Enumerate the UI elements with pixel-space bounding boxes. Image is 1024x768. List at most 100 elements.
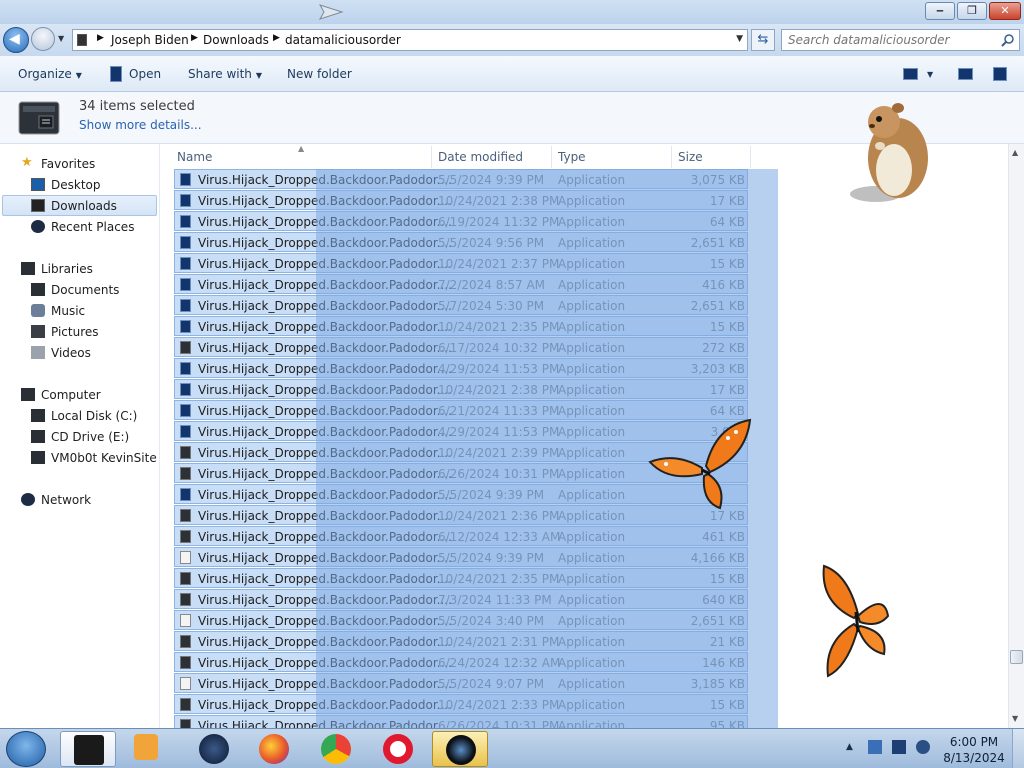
nav-local-disk-label: Local Disk (C:)	[51, 409, 138, 423]
nav-computer-label: Computer	[41, 388, 101, 402]
help-icon[interactable]	[993, 67, 1007, 81]
address-dropdown-icon[interactable]: ▼	[736, 34, 743, 44]
show-more-details-link[interactable]: Show more details...	[79, 118, 202, 132]
close-button[interactable]: ✕	[989, 2, 1021, 20]
column-name[interactable]: Name	[177, 150, 212, 164]
executable-icon	[180, 635, 191, 648]
minimize-button[interactable]: ‒	[925, 2, 955, 20]
column-size[interactable]: Size	[678, 150, 703, 164]
action-center-icon[interactable]	[892, 740, 906, 754]
scroll-up-icon[interactable]: ▲	[1012, 148, 1018, 157]
desktop-icon	[31, 178, 45, 191]
back-button[interactable]: ◀	[3, 27, 29, 53]
show-hidden-icons-icon[interactable]: ▲	[846, 742, 853, 752]
sort-ascending-icon: ▲	[298, 144, 305, 153]
network-drive-icon	[31, 451, 45, 464]
title-bar: ‒ ❐ ✕	[0, 0, 1024, 24]
forward-button[interactable]	[31, 27, 55, 51]
minimize-icon: ‒	[936, 4, 944, 17]
tray-app-icon[interactable]	[868, 740, 882, 754]
executable-icon	[180, 467, 191, 480]
breadcrumb-separator-icon: ▶	[97, 33, 104, 43]
pictures-icon	[31, 325, 45, 338]
application-icon	[180, 278, 191, 291]
refresh-button[interactable]: ⇆	[751, 29, 775, 51]
scroll-down-icon[interactable]: ▼	[1012, 714, 1018, 723]
documents-icon	[31, 283, 45, 296]
change-view-icon[interactable]	[903, 68, 918, 80]
column-type[interactable]: Type	[558, 150, 586, 164]
application-icon	[180, 425, 191, 438]
refresh-icon: ⇆	[757, 32, 769, 47]
computer-icon	[21, 388, 35, 401]
navigation-pane: ★ Favorites Desktop Downloads Recent Pla…	[0, 144, 160, 728]
nav-network-drive-label: VM0b0t KevinSite	[51, 451, 157, 465]
back-arrow-icon: ◀	[9, 31, 20, 47]
clock-time[interactable]: 6:00 PM	[940, 735, 1008, 749]
taskbar-chrome[interactable]	[308, 731, 364, 767]
taskbar-firefox[interactable]	[246, 731, 302, 767]
taskbar-opera[interactable]	[370, 731, 426, 767]
chrome-icon	[321, 734, 351, 764]
column-divider[interactable]	[671, 146, 672, 168]
media-player-icon	[134, 734, 158, 760]
nav-pictures-label: Pictures	[51, 325, 99, 339]
installer-icon	[180, 614, 191, 627]
search-input[interactable]	[788, 33, 988, 47]
clock-date[interactable]: 8/13/2024	[940, 751, 1008, 765]
application-icon	[18, 101, 60, 135]
recent-places-icon	[31, 220, 45, 233]
open-button[interactable]: Open	[129, 67, 161, 81]
column-divider[interactable]	[431, 146, 432, 168]
organize-label: Organize	[18, 67, 72, 81]
column-divider[interactable]	[551, 146, 552, 168]
taskbar-camera-app[interactable]	[432, 731, 488, 767]
application-icon	[180, 362, 191, 375]
address-bar[interactable]: ▶ Joseph Biden ▶ Downloads ▶ datamalicio…	[72, 29, 748, 51]
star-icon: ★	[21, 155, 33, 170]
new-folder-button[interactable]: New folder	[287, 67, 352, 81]
breadcrumb-current-folder[interactable]: datamaliciousorder	[285, 33, 401, 47]
nav-downloads[interactable]: Downloads	[2, 195, 157, 216]
breadcrumb-downloads[interactable]: Downloads	[203, 33, 269, 47]
view-options-chevron-icon[interactable]: ▼	[927, 70, 933, 79]
preview-pane-icon[interactable]	[958, 68, 973, 80]
executable-icon	[180, 341, 191, 354]
breadcrumb-separator-icon: ▶	[191, 33, 198, 43]
show-desktop-button[interactable]	[1012, 729, 1024, 768]
search-icon[interactable]	[1001, 33, 1015, 47]
executable-icon	[180, 509, 191, 522]
application-icon	[180, 194, 191, 207]
maximize-button[interactable]: ❐	[957, 2, 987, 20]
nav-desktop-label: Desktop	[51, 178, 101, 192]
history-dropdown-icon[interactable]: ▼	[58, 34, 68, 44]
executable-icon	[180, 656, 191, 669]
taskbar-media-player[interactable]	[118, 731, 174, 767]
videos-icon	[31, 346, 45, 359]
search-box[interactable]	[781, 29, 1020, 51]
organize-menu[interactable]: Organize ▼	[18, 67, 82, 81]
start-button[interactable]	[6, 731, 46, 767]
downloads-icon	[31, 199, 45, 212]
scrollbar-thumb[interactable]	[1010, 650, 1023, 664]
application-icon	[180, 215, 191, 228]
installer-icon	[180, 551, 191, 564]
breadcrumb-user[interactable]: Joseph Biden	[111, 33, 189, 47]
column-divider[interactable]	[750, 146, 751, 168]
nav-videos-label: Videos	[51, 346, 91, 360]
maximize-icon: ❐	[967, 4, 977, 17]
taskbar-explorer[interactable]	[60, 731, 116, 767]
open-icon	[110, 66, 122, 82]
firefox-icon	[259, 734, 289, 764]
application-icon	[180, 299, 191, 312]
nav-recent-label: Recent Places	[51, 220, 135, 234]
column-date-modified[interactable]: Date modified	[438, 150, 523, 164]
volume-icon[interactable]	[916, 740, 930, 754]
chevron-down-icon: ▼	[255, 71, 263, 80]
nav-network-label: Network	[41, 493, 92, 507]
share-with-menu[interactable]: Share with ▼	[188, 67, 262, 81]
taskbar-app-globe[interactable]	[186, 731, 242, 767]
vertical-scrollbar[interactable]: ▲ ▼	[1008, 144, 1024, 728]
nav-libraries-label: Libraries	[41, 262, 93, 276]
executable-icon	[180, 593, 191, 606]
